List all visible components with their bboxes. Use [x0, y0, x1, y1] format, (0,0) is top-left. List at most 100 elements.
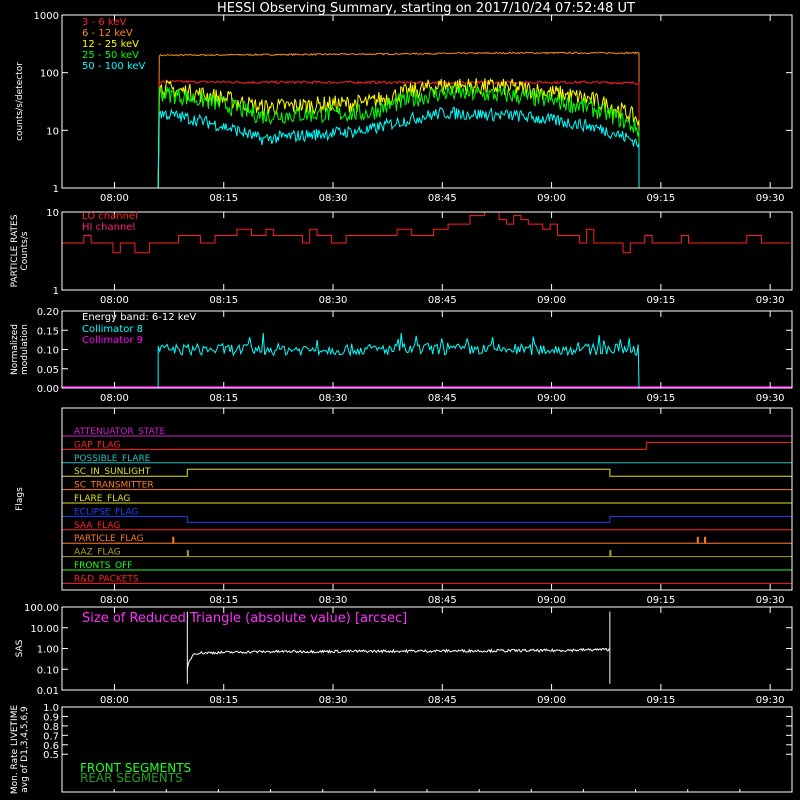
count-rates-xtick-label: 09:30: [756, 193, 785, 204]
particle-lo-line: [62, 211, 791, 254]
particle-rates-xtick-label: 09:15: [646, 295, 675, 306]
flags-ylabel: Flags: [15, 487, 25, 511]
sas-ylabel-line: SAS: [15, 639, 25, 657]
modulation-ytick-label: 0.15: [37, 326, 59, 337]
livetime-ytick-label: 0.7: [43, 731, 59, 742]
count-rates-frame: [61, 14, 793, 189]
collimator8-line: [157, 332, 640, 389]
series-line-4: [62, 106, 792, 189]
particle-rates-ytick-label: 1: [53, 286, 59, 297]
sas-xtick-label: 08:30: [319, 695, 348, 706]
plot-title: HESSI Observing Summary, starting on 201…: [217, 1, 635, 16]
particle-rates-ytick-label: 10: [46, 208, 59, 219]
modulation-ytick-label: 0.05: [37, 365, 59, 376]
series-line-2: [62, 77, 792, 189]
count-rates-ytick-label: 100: [40, 69, 59, 80]
particle-rates-frame: [61, 211, 793, 291]
sas-ytick-label: 0.10: [37, 665, 59, 676]
modulation-ylabel-line: modulation: [20, 324, 30, 375]
livetime-ytick-label: 0.6: [43, 741, 59, 752]
flags-xtick-label: 08:00: [100, 595, 129, 606]
livetime-ytick-label: 0.5: [43, 750, 59, 761]
flags-ylabel-line: Flags: [15, 487, 25, 511]
particle-legend-1: HI channel: [82, 222, 135, 233]
flags-xtick-label: 09:30: [756, 595, 785, 606]
particle-rates-xtick-label: 08:30: [319, 295, 348, 306]
count-rates-xtick-label: 08:00: [100, 193, 129, 204]
count-rates-ylabel-line: counts/s/detector: [15, 62, 25, 141]
livetime-ytick-label: 0.8: [43, 722, 59, 733]
sas-line: [186, 647, 610, 669]
legend-entry-1: 6 - 12 keV: [82, 28, 133, 39]
modulation-legend-1: Collimator 9: [82, 335, 143, 346]
legend-entry-4: 50 - 100 keV: [82, 61, 146, 72]
modulation-xtick-label: 09:00: [537, 393, 566, 404]
modulation-ytick-label: 0.00: [37, 384, 59, 395]
sas-legend: Size of Reduced Triangle (absolute value…: [82, 611, 407, 626]
count-rates-ytick-label: 10: [46, 126, 59, 137]
legend-entry-0: 3 - 6 keV: [82, 17, 126, 28]
count-rates-ylabel: counts/s/detector: [15, 62, 25, 141]
modulation-ylabel-line: Normalized: [10, 324, 20, 375]
flags-xtick-label: 08:15: [209, 595, 238, 606]
sas-xtick-label: 08:45: [428, 695, 457, 706]
particle-rates-xtick-label: 09:00: [537, 295, 566, 306]
flags-xtick-label: 09:15: [646, 595, 675, 606]
hessi-summary-plot: HESSI Observing Summary, starting on 201…: [0, 0, 800, 800]
sas-ytick-label: 100.00: [24, 603, 59, 614]
modulation-xtick-label: 08:15: [209, 393, 238, 404]
count-rates-xtick-label: 09:00: [537, 193, 566, 204]
flag-line-3: [62, 468, 792, 477]
flag-line-6: [62, 515, 792, 523]
modulation-xtick-label: 08:00: [100, 393, 129, 404]
count-rates-ytick-label: 1000: [34, 11, 59, 22]
flag-line-8: [62, 536, 792, 544]
particle-rates-ylabel-line: Counts/s: [20, 231, 30, 270]
modulation-legend-0: Collimator 8: [82, 324, 143, 335]
livetime-ylabel-line: Mon. Rate LIVETIME: [10, 705, 20, 795]
series-line-3: [62, 83, 792, 189]
sas-ytick-label: 10.00: [30, 624, 59, 635]
legend-entry-2: 12 - 25 keV: [82, 39, 139, 50]
particle-rates-xtick-label: 08:00: [100, 295, 129, 306]
plot-canvas: HESSI Observing Summary, starting on 201…: [10, 1, 793, 795]
series-line-0: [62, 80, 792, 189]
particle-rates-xtick-label: 09:30: [756, 295, 785, 306]
livetime-ylabel-line: avg of D1,3,4,5,6,9: [20, 706, 30, 793]
flags-frame: [61, 407, 793, 591]
count-rates-xtick-label: 08:30: [319, 193, 348, 204]
sas-xtick-label: 09:00: [537, 695, 566, 706]
particle-legend-0: LO channel: [82, 211, 138, 222]
flags-xtick-label: 08:45: [428, 595, 457, 606]
sas-ytick-label: 1.00: [37, 645, 59, 656]
modulation-ylabel: Normalized modulation: [10, 324, 30, 375]
modulation-ytick-label: 0.20: [37, 307, 59, 318]
sas-xtick-label: 09:15: [646, 695, 675, 706]
sas-ylabel: SAS: [15, 639, 25, 657]
energy-band-note: Energy band: 6-12 keV: [82, 312, 196, 323]
sas-ytick-label: 0.01: [37, 686, 59, 697]
modulation-xtick-label: 08:30: [319, 393, 348, 404]
count-rates-xtick-label: 08:15: [209, 193, 238, 204]
particle-rates-xtick-label: 08:15: [209, 295, 238, 306]
sas-xtick-label: 08:15: [209, 695, 238, 706]
livetime-legend-1: REAR SEGMENTS: [80, 771, 183, 785]
particle-rates-ylabel: PARTICLE RATES Counts/s: [10, 214, 30, 287]
flag-line-9: [62, 550, 792, 558]
sas-xtick-label: 09:30: [756, 695, 785, 706]
flag-line-1: [62, 441, 793, 450]
livetime-ytick-label: 1.0: [43, 703, 59, 714]
livetime-ytick-label: 0.9: [43, 712, 59, 723]
modulation-ytick-label: 0.10: [37, 346, 59, 357]
particle-rates-ylabel-line: PARTICLE RATES: [10, 214, 20, 287]
legend-entry-3: 25 - 50 keV: [82, 50, 139, 61]
series-line-1: [62, 51, 792, 189]
flags-xtick-label: 08:30: [319, 595, 348, 606]
count-rates-ytick-label: 1: [53, 184, 59, 195]
livetime-ylabel: Mon. Rate LIVETIME avg of D1,3,4,5,6,9: [10, 705, 30, 795]
modulation-xtick-label: 09:15: [646, 393, 675, 404]
modulation-xtick-label: 09:30: [756, 393, 785, 404]
count-rates-xtick-label: 09:15: [646, 193, 675, 204]
flags-xtick-label: 09:00: [537, 595, 566, 606]
sas-xtick-label: 08:00: [100, 695, 129, 706]
